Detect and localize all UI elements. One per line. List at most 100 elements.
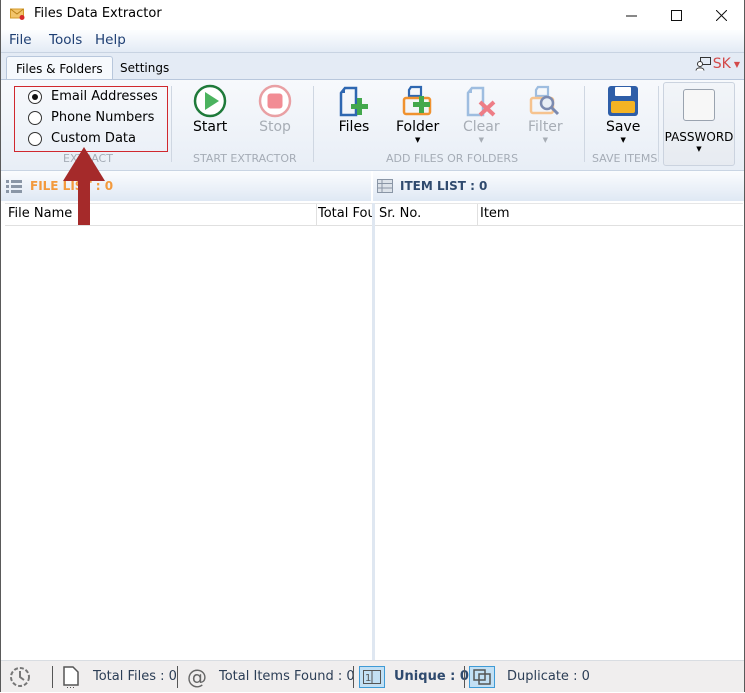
group-divider: [584, 86, 585, 162]
total-items-text: Total Items Found : 0: [219, 669, 355, 684]
radio-label: Email Addresses: [51, 89, 158, 104]
radio-indicator: [28, 110, 42, 125]
start-label: Start: [193, 119, 228, 135]
maximize-button[interactable]: [653, 0, 699, 30]
column-total-found[interactable]: Total Fou: [318, 206, 372, 221]
item-list-icon: [377, 179, 393, 193]
group-divider: [658, 86, 659, 162]
total-files-status: Total Files : 0: [63, 661, 177, 692]
unique-icon: 1: [359, 665, 385, 688]
radio-indicator: [28, 131, 42, 146]
column-divider[interactable]: [316, 204, 317, 225]
list-icon: [6, 179, 22, 193]
folder-label: Folder: [396, 119, 440, 135]
dropdown-arrow-icon: ▼: [542, 136, 549, 144]
group-label-add-files: ADD FILES OR FOLDERS: [386, 152, 519, 165]
radio-email-addresses[interactable]: Email Addresses: [28, 89, 158, 104]
chevron-down-icon: ▼: [733, 59, 740, 69]
start-button[interactable]: Start: [193, 84, 227, 135]
unique-status[interactable]: 1 Unique : 0: [359, 661, 469, 692]
close-button[interactable]: [698, 0, 744, 30]
radio-phone-numbers[interactable]: Phone Numbers: [28, 110, 154, 125]
total-items-status: @ Total Items Found : 0: [187, 661, 355, 692]
menu-tools[interactable]: Tools: [49, 32, 82, 48]
minimize-button[interactable]: [608, 0, 654, 30]
password-button[interactable]: PASSWORD ▼: [663, 82, 735, 166]
filter-search-icon: [530, 85, 560, 116]
user-account-icon: [695, 57, 711, 71]
annotation-arrow-icon: [63, 147, 105, 225]
filter-button[interactable]: Filter ▼: [528, 84, 563, 144]
unique-text: Unique : 0: [394, 669, 469, 684]
minimize-icon: [625, 15, 637, 16]
add-files-button[interactable]: Files: [337, 84, 371, 135]
group-label-save-items: SAVE ITEMS: [592, 152, 658, 165]
dropdown-arrow-icon: ▼: [478, 136, 484, 144]
status-divider: [353, 666, 354, 688]
at-sign-icon: @: [187, 664, 207, 689]
envelope-app-icon: [10, 8, 25, 20]
dropdown-arrow-icon: ▼: [414, 136, 421, 144]
column-divider[interactable]: [477, 204, 478, 225]
column-sr-no[interactable]: Sr. No.: [379, 206, 421, 221]
group-divider: [171, 86, 172, 162]
duplicate-status[interactable]: Duplicate : 0: [469, 661, 590, 692]
password-label: PASSWORD: [664, 130, 734, 144]
stop-button[interactable]: Stop: [258, 84, 292, 135]
file-list-grid[interactable]: [5, 226, 372, 660]
stop-icon: [258, 84, 292, 118]
user-account-button[interactable]: SK ▼: [695, 56, 740, 72]
maximize-icon: [670, 9, 682, 21]
tab-settings[interactable]: Settings: [111, 56, 178, 80]
history-clock-icon: [10, 666, 30, 687]
play-icon: [193, 84, 227, 118]
app-window: Files Data Extractor File Tools Help Fil…: [0, 0, 745, 692]
menu-file[interactable]: File: [9, 32, 32, 48]
duplicate-icon: [469, 665, 495, 688]
duplicate-text: Duplicate : 0: [507, 669, 590, 684]
file-list-header: FILE LIST : 0: [1, 171, 371, 201]
tab-files-folders[interactable]: Files & Folders: [6, 56, 113, 81]
item-list-title: ITEM LIST : 0: [400, 179, 488, 193]
clear-button[interactable]: Clear ▼: [463, 84, 500, 144]
status-bar: Total Files : 0 @ Total Items Found : 0 …: [1, 660, 744, 692]
window-title: Files Data Extractor: [34, 6, 162, 21]
column-item[interactable]: Item: [480, 206, 510, 221]
filter-label: Filter: [528, 119, 563, 135]
file-icon: [63, 665, 79, 688]
radio-custom-data[interactable]: Custom Data: [28, 131, 136, 146]
files-label: Files: [338, 119, 370, 135]
dropdown-arrow-icon: ▼: [696, 145, 702, 153]
ribbon-tabs: Files & Folders Settings SK ▼: [1, 52, 744, 81]
item-list-column-header: Sr. No. Item: [375, 203, 743, 226]
radio-label: Phone Numbers: [51, 110, 155, 125]
add-folder-icon: [402, 85, 431, 116]
file-list-column-header: File Name Total Fou: [5, 203, 372, 226]
close-icon: [715, 9, 727, 21]
password-icon: [683, 89, 715, 121]
title-bar: Files Data Extractor: [1, 0, 744, 30]
history-button[interactable]: [9, 661, 31, 692]
dropdown-arrow-icon: ▼: [620, 136, 626, 144]
clear-label: Clear: [463, 119, 500, 135]
status-divider: [52, 666, 53, 688]
save-button[interactable]: Save ▼: [606, 84, 640, 144]
total-files-text: Total Files : 0: [93, 669, 177, 684]
user-initials: SK: [712, 56, 731, 72]
radio-indicator: [28, 89, 42, 104]
save-label: Save: [606, 119, 641, 135]
menu-help[interactable]: Help: [95, 32, 126, 48]
status-divider: [177, 666, 178, 688]
group-divider: [313, 86, 314, 162]
item-list-header: ITEM LIST : 0: [373, 171, 744, 201]
stop-label: Stop: [259, 119, 291, 135]
save-floppy-icon: [608, 86, 639, 116]
svg-text:1: 1: [365, 673, 371, 684]
group-label-start-extractor: START EXTRACTOR: [193, 152, 297, 165]
add-folder-button[interactable]: Folder ▼: [396, 84, 439, 144]
status-divider: [464, 666, 465, 688]
radio-label: Custom Data: [51, 131, 136, 146]
item-list-grid[interactable]: [375, 226, 743, 660]
menu-bar: File Tools Help: [1, 30, 744, 52]
clear-file-icon: [467, 86, 496, 117]
